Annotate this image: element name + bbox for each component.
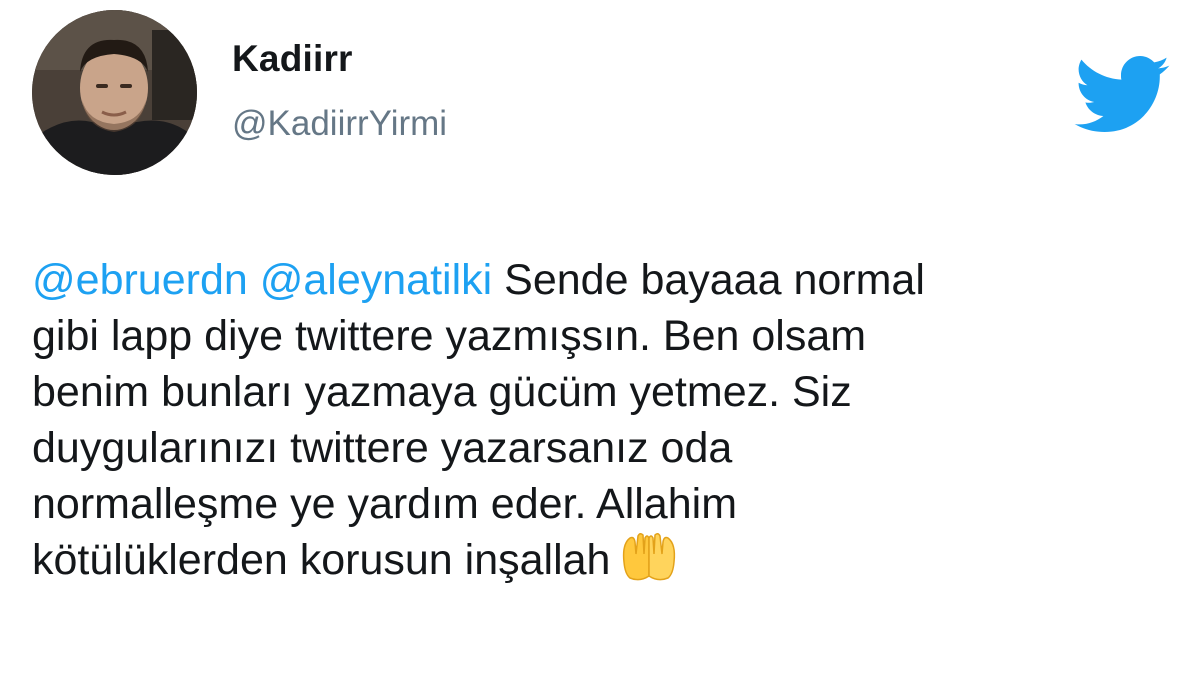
tweet-line-1: Sende bayaaa normal — [504, 256, 925, 304]
avatar-photo — [32, 10, 197, 175]
palms-up-together-emoji-icon — [620, 532, 678, 584]
tweet-text: @ebruerdn @aleynatilki Sende bayaaa norm… — [32, 252, 1172, 588]
tweet-card: Kadiirr @KadiirrYirmi @ebruerdn @aleynat… — [0, 0, 1200, 675]
tweet-line-6: kötülüklerden korusun inşallah — [32, 536, 611, 584]
twitter-bird-icon — [1074, 56, 1172, 136]
author-handle[interactable]: @KadiirrYirmi — [232, 104, 447, 144]
mention-ebruerdn[interactable]: @ebruerdn — [32, 256, 248, 304]
tweet-line-4: duygularınızı twittere yazarsanız oda — [32, 424, 733, 472]
avatar[interactable] — [32, 10, 197, 175]
tweet-line-3: benim bunları yazmaya gücüm yetmez. Siz — [32, 368, 852, 416]
author-display-name[interactable]: Kadiirr — [232, 38, 353, 80]
tweet-line-5: normalleşme ye yardım eder. Allahim — [32, 480, 738, 528]
tweet-line-2: gibi lapp diye twittere yazmışsın. Ben o… — [32, 312, 867, 360]
mention-aleynatilki[interactable]: @aleynatilki — [260, 256, 492, 304]
